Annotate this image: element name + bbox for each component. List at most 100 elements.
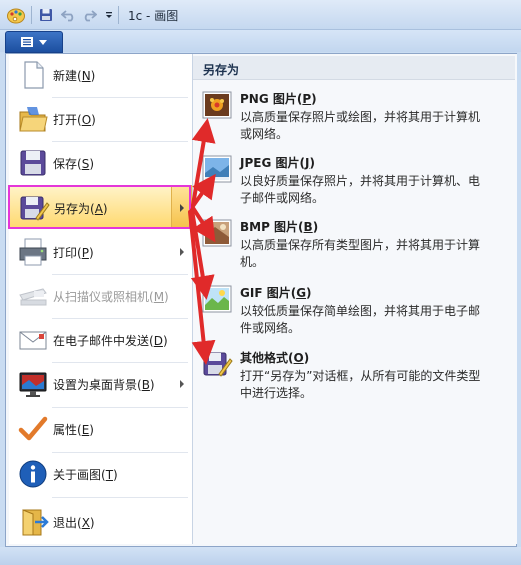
- undo-button[interactable]: [60, 6, 78, 24]
- save-disk-icon: [20, 150, 46, 176]
- menu-item-label: 打开(: [53, 113, 82, 127]
- printer-icon: [19, 238, 47, 266]
- ribbon-tab-strip: [0, 30, 521, 52]
- option-title-end: ): [311, 92, 317, 106]
- menu-item-label-end: ): [90, 69, 96, 83]
- menu-item-label-end: ): [113, 468, 118, 482]
- option-title-end: ): [306, 286, 312, 300]
- desktop-background-icon: [19, 372, 47, 397]
- option-title-end: ): [309, 156, 315, 170]
- menu-item-about[interactable]: 关于画图(T): [9, 452, 192, 496]
- menu-icon: [21, 37, 33, 47]
- menu-item-save[interactable]: 保存(S): [9, 141, 192, 185]
- menu-item-label: 保存(: [53, 157, 82, 171]
- menu-item-label-end: ): [149, 378, 155, 392]
- option-title: JPEG 图片(: [240, 156, 305, 170]
- save-as-gif-option[interactable]: GIF 图片(G) 以较低质量保存简单绘图，并将其用于电子邮件或网络。: [198, 280, 513, 344]
- status-bar: [0, 547, 521, 565]
- undo-icon: [61, 10, 74, 22]
- submenu-arrow-icon: [180, 380, 184, 388]
- option-title: GIF 图片(: [240, 286, 297, 300]
- title-bar: 1c - 画图: [0, 0, 521, 30]
- menu-item-label: 退出(: [53, 516, 82, 530]
- menu-item-label-end: ): [164, 290, 169, 304]
- email-icon: [19, 331, 47, 350]
- option-description: 以高质量保存所有类型图片，并将其用于计算机。: [240, 238, 481, 269]
- checkmark-icon: [18, 416, 48, 441]
- save-as-jpeg-option[interactable]: JPEG 图片(J) 以良好质量保存照片，并将其用于计算机、电子邮件或网络。: [198, 150, 513, 214]
- access-key: X: [81, 516, 90, 530]
- save-as-bmp-option[interactable]: BMP 图片(B) 以高质量保存所有类型图片，并将其用于计算机。: [198, 214, 513, 278]
- option-title: PNG 图片(: [240, 92, 303, 106]
- option-description: 以良好质量保存照片，并将其用于计算机、电子邮件或网络。: [240, 174, 481, 205]
- jpeg-picture-icon: [202, 155, 232, 183]
- menu-separator: [52, 497, 188, 498]
- access-key: P: [302, 92, 312, 106]
- paint-app-icon[interactable]: [6, 5, 26, 25]
- dropdown-arrow-icon: [106, 12, 112, 18]
- menu-item-label-end: ): [89, 423, 94, 437]
- file-menu-button[interactable]: [5, 31, 63, 53]
- annotation-highlight-box: [8, 185, 191, 229]
- menu-item-send-email[interactable]: 在电子邮件中发送(D): [9, 318, 192, 362]
- menu-item-label: 在电子邮件中发送(: [53, 334, 154, 348]
- menu-item-exit[interactable]: 退出(X): [9, 500, 192, 544]
- menu-item-new[interactable]: 新建(N): [9, 53, 192, 97]
- menu-item-print[interactable]: 打印(P): [9, 230, 192, 274]
- option-description: 以高质量保存照片或绘图，并将其用于计算机或网络。: [240, 110, 481, 141]
- other-formats-icon: [203, 352, 233, 377]
- menu-item-properties[interactable]: 属性(E): [9, 407, 192, 451]
- menu-item-label-end: ): [89, 157, 94, 171]
- submenu-arrow-icon: [180, 248, 184, 256]
- save-as-other-formats-option[interactable]: 其他格式(O) 打开“另存为”对话框，从所有可能的文件类型中进行选择。: [198, 345, 513, 409]
- menu-item-from-scanner: 从扫描仪或照相机(M): [9, 274, 192, 318]
- access-key: G: [296, 286, 307, 300]
- bmp-picture-icon: [202, 219, 232, 247]
- access-key: D: [153, 334, 163, 348]
- access-key: O: [293, 351, 304, 365]
- option-title: 其他格式(: [240, 351, 294, 365]
- title-separator: [31, 6, 32, 24]
- menu-item-set-desktop-background[interactable]: 设置为桌面背景(B): [9, 362, 192, 406]
- menu-item-label: 新建(: [53, 69, 82, 83]
- menu-item-label-end: ): [162, 334, 168, 348]
- option-description: 以较低质量保存简单绘图，并将其用于电子邮件或网络。: [240, 304, 481, 335]
- access-key: N: [81, 69, 91, 83]
- menu-item-label-end: ): [91, 113, 96, 127]
- option-description: 打开“另存为”对话框，从所有可能的文件类型中进行选择。: [240, 369, 481, 400]
- submenu-header: 另存为: [193, 56, 515, 80]
- access-key: P: [81, 246, 89, 260]
- access-key: B: [303, 220, 313, 234]
- new-file-icon: [24, 61, 44, 89]
- chevron-down-icon: [39, 39, 47, 45]
- open-folder-icon: [19, 107, 48, 132]
- menu-item-label: 设置为桌面背景(: [53, 378, 142, 392]
- save-as-png-option[interactable]: PNG 图片(P) 以高质量保存照片或绘图，并将其用于计算机或网络。: [198, 86, 513, 150]
- save-icon: [40, 9, 52, 21]
- option-title: BMP 图片(: [240, 220, 304, 234]
- access-key: T: [105, 468, 114, 482]
- title-separator: [118, 6, 119, 24]
- access-key: O: [81, 113, 92, 127]
- menu-item-label: 属性(: [53, 423, 82, 437]
- menu-item-open[interactable]: 打开(O): [9, 97, 192, 141]
- access-key: M: [153, 290, 165, 304]
- menu-item-label: 从扫描仪或照相机(: [53, 290, 154, 304]
- customize-toolbar-button[interactable]: [100, 6, 118, 24]
- option-title-end: ): [303, 351, 310, 365]
- window-title: 1c - 画图: [128, 9, 179, 23]
- menu-item-label: 打印(: [53, 246, 82, 260]
- png-picture-icon: [202, 91, 232, 119]
- scanner-icon: [19, 288, 47, 306]
- redo-button[interactable]: [80, 6, 98, 24]
- menu-item-label-end: ): [88, 246, 94, 260]
- menu-item-label: 关于画图(: [53, 468, 106, 482]
- redo-icon: [84, 10, 97, 22]
- submenu-title: 另存为: [203, 63, 240, 77]
- access-key: B: [141, 378, 150, 392]
- exit-icon: [22, 509, 49, 536]
- quick-save-button[interactable]: [37, 6, 55, 24]
- menu-item-label-end: ): [89, 516, 95, 530]
- gif-picture-icon: [202, 285, 232, 313]
- option-title-end: ): [312, 220, 319, 234]
